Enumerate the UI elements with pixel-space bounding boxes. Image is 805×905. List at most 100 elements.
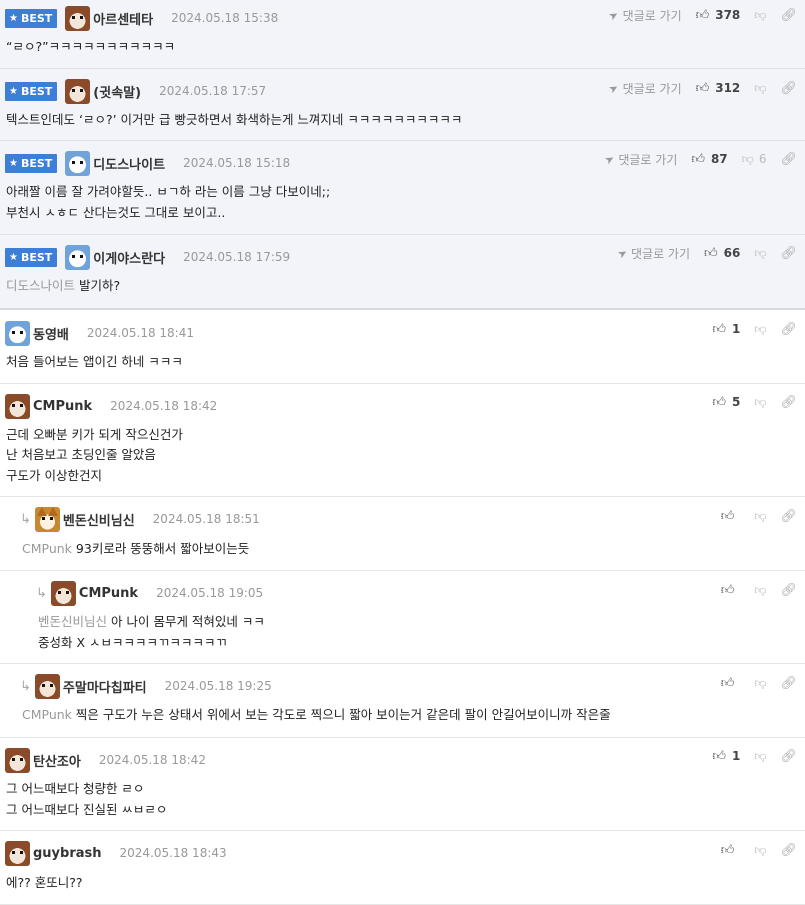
comment-date: 2024.05.18 18:51 (152, 512, 260, 526)
comment-date: 2024.05.18 19:25 (164, 679, 272, 693)
goto-parent-link[interactable]: ➤ 댓글로 가기 (606, 7, 682, 24)
comment-body-line: 부천시 ㅅㅎㄷ 산다는것도 그대로 보이고.. (6, 205, 226, 220)
send-arrow-icon: ➤ (606, 7, 622, 23)
mention-link[interactable]: 디도스나이트 (6, 278, 75, 293)
upvote-button[interactable]: 👍︎ 1 (712, 749, 740, 764)
comment-author[interactable]: 아르센테타 (93, 9, 153, 28)
avatar[interactable] (65, 5, 91, 31)
thumbs-down-icon: 👎︎ (754, 7, 767, 22)
upvote-button[interactable]: 👍︎ 66 (704, 246, 740, 261)
avatar[interactable] (34, 506, 60, 532)
upvote-button[interactable]: 👍︎ 87 (691, 152, 727, 167)
upvote-button[interactable]: 👍︎ 5 (712, 395, 740, 410)
upvote-button[interactable]: 👍︎ (721, 583, 741, 598)
avatar[interactable] (65, 244, 91, 270)
share-link-button[interactable]: 🔗︎ (780, 509, 797, 524)
avatar[interactable] (5, 747, 30, 773)
thumbs-up-icon: 👍︎ (712, 748, 726, 764)
thumbs-down-icon: 👎︎ (754, 508, 767, 523)
upvote-button[interactable]: 👍︎ 312 (696, 81, 741, 96)
link-icon: 🔗︎ (780, 748, 797, 764)
goto-parent-link[interactable]: ➤ 댓글로 가기 (615, 245, 690, 262)
mention-link[interactable]: 벤돈신비님신 (38, 614, 107, 629)
downvote-button[interactable]: 👎︎ (754, 322, 766, 337)
avatar[interactable] (34, 673, 60, 699)
downvote-button[interactable]: 👎︎ (754, 843, 766, 858)
thumbs-down-icon: 👎︎ (754, 748, 767, 763)
avatar[interactable] (5, 393, 30, 419)
comment-body: CMPunk 93키로라 뚱뚱해서 짧아보이는듯 (22, 541, 250, 556)
mention-link[interactable]: CMPunk (22, 541, 72, 556)
upvote-button[interactable]: 👍︎ (721, 509, 741, 524)
downvote-button[interactable]: 👎︎ (754, 509, 766, 524)
comment-body-line: 아래짤 이름 잘 가려야할듯.. ㅂㄱ하 라는 이름 그냥 다보이네;; (6, 184, 331, 199)
comment-body: 에?? 혼또니?? (6, 875, 83, 890)
thumbs-down-icon: 👎︎ (754, 675, 767, 690)
avatar[interactable] (65, 150, 91, 176)
downvote-button[interactable]: 👎︎ (754, 8, 766, 23)
thumbs-down-icon: 👎︎ (754, 245, 767, 260)
downvote-button[interactable]: 👎︎ (754, 749, 766, 764)
share-link-button[interactable]: 🔗︎ (780, 749, 797, 764)
comment-author[interactable]: CMPunk (79, 586, 138, 601)
upvote-button[interactable]: 👍︎ (721, 676, 741, 691)
comment-body-line: 벤돈신비님신 아 나이 몸무게 적혀있네 ㅋㅋ (38, 614, 265, 629)
thumbs-up-icon: 👍︎ (695, 80, 710, 96)
share-link-button[interactable]: 🔗︎ (780, 583, 797, 598)
upvote-button[interactable]: 👍︎ (721, 843, 741, 858)
send-arrow-icon: ➤ (606, 80, 622, 96)
upvote-count: 1 (731, 749, 741, 763)
comment-author[interactable]: 동영배 (33, 324, 69, 343)
comment-body: 텍스트인데도 ‘ㄹㅇ?’ 이거만 급 빵긋하면서 화색하는게 느껴지네 ㅋㅋㅋㅋ… (6, 112, 463, 127)
comment-body: 처음 들어보는 앱이긴 하네 ㅋㅋㅋ (6, 354, 183, 369)
comment-author[interactable]: 디도스나이트 (93, 154, 165, 173)
comment-date: 2024.05.18 18:41 (86, 326, 194, 340)
comment-author[interactable]: (귓속말) (93, 82, 141, 101)
upvote-count: 312 (715, 81, 741, 95)
comment-author[interactable]: CMPunk (33, 399, 92, 414)
comment-author[interactable]: 벤돈신비님신 (63, 510, 135, 529)
avatar[interactable] (50, 580, 76, 606)
comment-author[interactable]: guybrash (33, 846, 102, 861)
goto-parent-link[interactable]: ➤ 댓글로 가기 (606, 80, 682, 97)
avatar[interactable] (65, 78, 91, 104)
comment-author[interactable]: 이게야스란다 (93, 248, 165, 267)
downvote-button[interactable]: 👎︎ (754, 395, 766, 410)
share-link-button[interactable]: 🔗︎ (780, 322, 797, 337)
avatar[interactable] (5, 320, 30, 346)
share-link-button[interactable]: 🔗︎ (780, 843, 797, 858)
avatar[interactable] (5, 840, 30, 866)
share-link-button[interactable]: 🔗︎ (780, 395, 797, 410)
best-badge: ★ BEST (5, 81, 58, 101)
upvote-button[interactable]: 👍︎ 1 (712, 322, 740, 337)
mention-link[interactable]: CMPunk (22, 707, 72, 722)
downvote-button[interactable]: 👎︎ (754, 81, 766, 96)
star-icon: ★ (9, 251, 18, 263)
thumbs-down-icon: 👎︎ (754, 80, 767, 95)
share-link-button[interactable]: 🔗︎ (780, 152, 797, 167)
share-link-button[interactable]: 🔗︎ (780, 676, 797, 691)
best-comment: ★ BEST 아르센테타 2024.05.18 15:38 ➤ 댓글로 가기 👍︎ 3… (0, 0, 805, 69)
downvote-button[interactable]: 👎︎ 6 (742, 152, 767, 167)
link-icon: 🔗︎ (780, 321, 797, 337)
link-icon: 🔗︎ (780, 508, 797, 524)
downvote-button[interactable]: 👎︎ (754, 676, 766, 691)
comment-date: 2024.05.18 15:38 (171, 11, 279, 25)
downvote-button[interactable]: 👎︎ (754, 583, 766, 598)
comment-author[interactable]: 주말마다칩파티 (63, 677, 147, 696)
comment-date: 2024.05.18 18:43 (119, 846, 227, 860)
goto-parent-link[interactable]: ➤ 댓글로 가기 (602, 151, 677, 168)
upvote-button[interactable]: 👍︎ 378 (696, 8, 741, 23)
thumbs-down-icon: 👎︎ (741, 151, 754, 166)
downvote-button[interactable]: 👎︎ (754, 246, 766, 261)
link-icon: 🔗︎ (780, 842, 797, 858)
comment-author[interactable]: 탄산조아 (33, 751, 81, 770)
reply-comment: ↳ CMPunk 2024.05.18 19:05 👍︎ 👎︎ 🔗︎ 벤돈신비님… (0, 571, 805, 664)
star-icon: ★ (9, 85, 18, 97)
thumbs-up-icon: 👍︎ (720, 508, 735, 524)
best-badge: ★ BEST (5, 8, 58, 28)
share-link-button[interactable]: 🔗︎ (780, 8, 797, 23)
share-link-button[interactable]: 🔗︎ (780, 81, 797, 96)
share-link-button[interactable]: 🔗︎ (780, 246, 797, 261)
thumbs-down-icon: 👎︎ (754, 321, 767, 336)
